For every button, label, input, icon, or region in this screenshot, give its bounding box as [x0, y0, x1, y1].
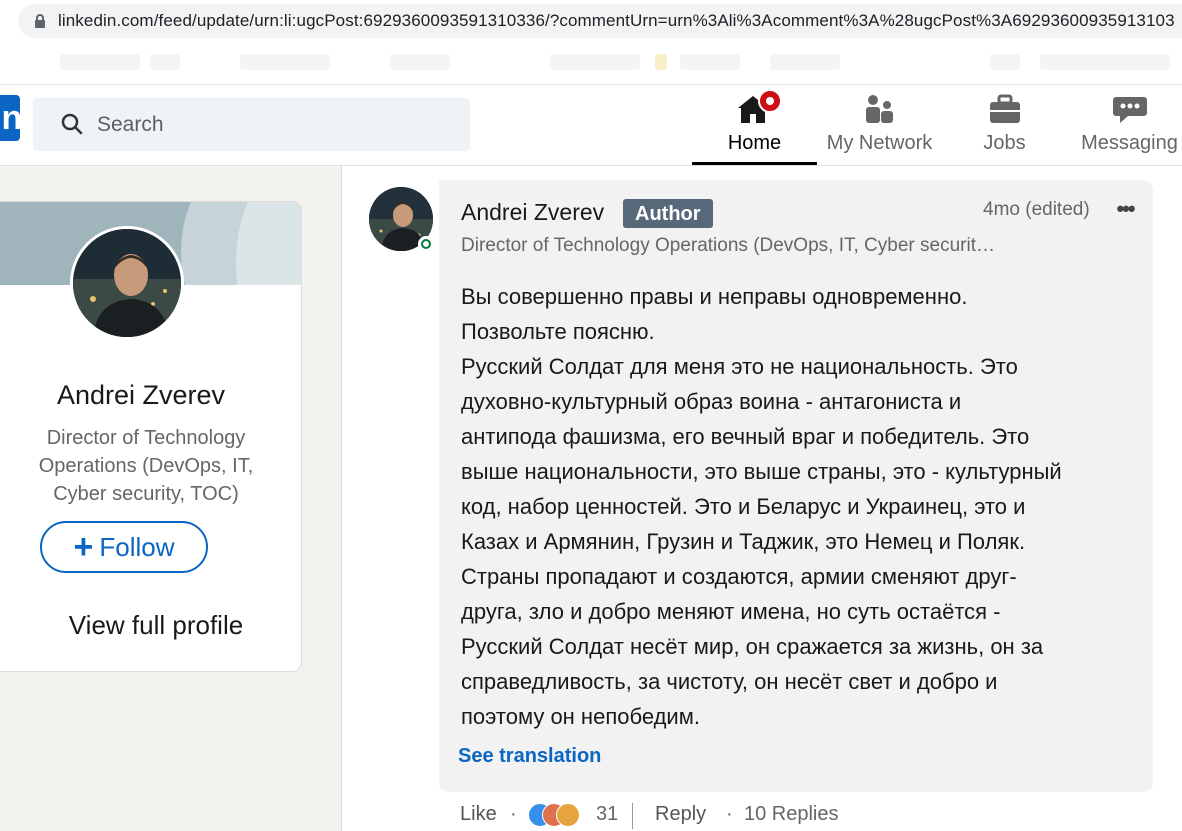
- like-button[interactable]: Like: [460, 803, 497, 826]
- profile-card: Andrei Zverev Director of Technology Ope…: [0, 201, 302, 672]
- profile-avatar[interactable]: [70, 226, 184, 340]
- reaction-count[interactable]: 31: [596, 803, 618, 826]
- search-icon: [61, 113, 83, 135]
- browser-address-bar: linkedin.com/feed/update/urn:li:ugcPost:…: [0, 0, 1182, 44]
- nav-my-network[interactable]: My Network: [817, 85, 942, 165]
- notification-dot: [758, 89, 782, 113]
- follow-button[interactable]: + Follow: [40, 521, 208, 573]
- lock-icon: [35, 14, 45, 28]
- comment-timestamp: 4mo (edited): [983, 199, 1090, 220]
- comment-text: Вы совершенно правы и неправы одновремен…: [461, 284, 1062, 729]
- online-status-icon: [418, 236, 434, 252]
- profile-headline: Director of Technology Operations (DevOp…: [38, 427, 254, 505]
- replies-count-link[interactable]: 10 Replies: [744, 803, 839, 826]
- reply-button[interactable]: Reply: [655, 803, 706, 826]
- nav-home[interactable]: Home: [692, 85, 817, 165]
- url-field[interactable]: linkedin.com/feed/update/urn:li:ugcPost:…: [18, 4, 1182, 38]
- see-translation-link[interactable]: See translation: [458, 745, 601, 768]
- profile-name[interactable]: Andrei Zverev: [0, 380, 271, 411]
- bookmarks-bar: [0, 44, 1182, 85]
- nav-home-label: Home: [727, 132, 782, 154]
- url-text[interactable]: linkedin.com/feed/update/urn:li:ugcPost:…: [58, 11, 1178, 31]
- nav-jobs[interactable]: Jobs: [942, 85, 1067, 165]
- linkedin-logo[interactable]: in: [0, 95, 20, 141]
- nav-jobs-label: Jobs: [983, 132, 1026, 154]
- briefcase-icon: [989, 94, 1020, 123]
- comment-author-name[interactable]: Andrei Zverev: [461, 199, 604, 226]
- nav-messaging-label: Messaging: [1081, 132, 1178, 154]
- plus-icon: +: [73, 528, 94, 566]
- reactions-summary[interactable]: [528, 803, 588, 827]
- linkedin-header: in Home My Network Jobs: [0, 85, 1182, 166]
- view-full-profile-link[interactable]: View full profile: [0, 610, 301, 641]
- nav-messaging[interactable]: Messaging: [1067, 85, 1182, 165]
- nav-my-network-label: My Network: [826, 132, 933, 154]
- comment-author-headline: Director of Technology Operations (DevOp…: [461, 235, 995, 256]
- search-input[interactable]: [95, 110, 459, 140]
- network-icon: [865, 95, 893, 123]
- divider: [632, 803, 633, 829]
- author-badge: Author: [623, 199, 713, 228]
- more-options-icon[interactable]: •••: [1110, 196, 1140, 222]
- follow-label: Follow: [99, 531, 175, 562]
- insightful-reaction-icon: [556, 803, 580, 827]
- messaging-icon: [1112, 97, 1147, 123]
- search-bar[interactable]: [33, 98, 470, 151]
